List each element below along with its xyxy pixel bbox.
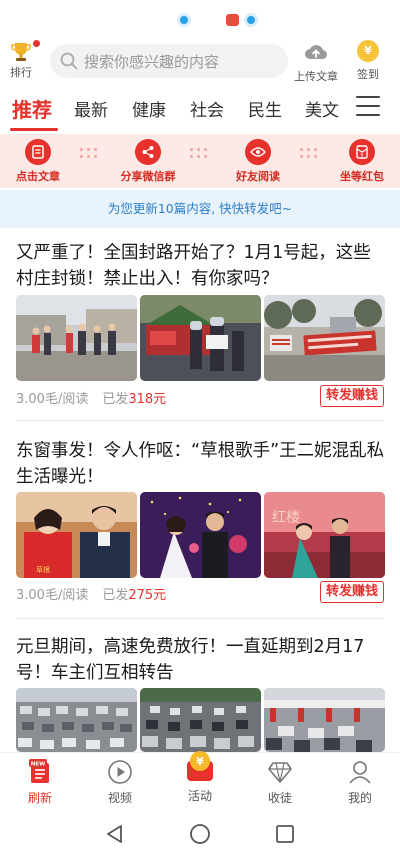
reward-rate: 3.00毛/阅读 [16,392,89,407]
article-image: 草根 [16,492,137,578]
step-label: 好友阅读 [236,170,280,183]
sent-amount: 275元 [128,588,167,603]
trophy-icon [11,43,31,61]
status-bar [0,0,400,36]
system-nav-bar [0,814,400,856]
article-image: 红楼 [264,492,385,578]
article-image [264,688,385,752]
step-click-article[interactable]: 点击文章 [0,139,78,184]
nav-profile[interactable]: 我的 [332,759,388,806]
top-header: 排行 搜索你感兴趣的内容 上传文章 ¥ 签到 [0,36,400,86]
article-divider [16,420,384,421]
eye-icon [245,139,271,165]
step-red-envelope[interactable]: ¥ 坐等红包 [322,139,400,184]
article-thumbnails: 草根 红楼 [16,492,385,578]
bottom-nav: NEW 刷新 视频 ¥ 活动 收徒 我的 [0,751,400,814]
search-placeholder: 搜索你感兴趣的内容 [84,52,220,71]
reward-rate: 3.00毛/阅读 [16,588,89,603]
article-thumbnails [16,688,385,752]
step-label: 坐等红包 [340,170,384,183]
home-icon [190,824,210,844]
svg-text:¥: ¥ [360,153,363,159]
menu-icon[interactable] [356,96,380,118]
signin-button[interactable]: ¥ 签到 [354,40,382,82]
active-tab-indicator [10,128,58,131]
step-friends-read[interactable]: 好友阅读 [218,139,298,184]
coin-icon: ¥ [357,40,379,62]
nav-label: 活动 [187,789,212,803]
recents-icon [276,825,294,843]
article-image [264,295,385,381]
step-label: 点击文章 [16,170,60,183]
sent-amount: 318元 [128,392,167,407]
nav-label: 刷新 [27,791,52,805]
coin-symbol: ¥ [196,755,204,768]
article-divider [16,618,384,619]
update-notice: 为您更新10篇内容, 快快转发吧~ [0,190,400,228]
app-notification-icon [177,13,191,27]
article-thumbnails [16,295,385,381]
article-image [140,688,261,752]
app-screen: 排行 搜索你感兴趣的内容 上传文章 ¥ 签到 推荐 最新 健康 社会 民生 美文 [0,0,400,856]
nav-refresh[interactable]: NEW 刷新 [12,759,68,806]
step-connector [300,146,320,160]
tab-latest[interactable]: 最新 [74,96,108,121]
gift-coin-icon: ¥ [183,749,217,783]
article-image [16,688,137,752]
article-title[interactable]: 东窗事发！令人作呕：“草根歌手”王二妮混乱私生活曝光！ [16,438,388,490]
step-connector [190,146,210,160]
svg-text:红楼: 红楼 [272,510,300,526]
step-connector [80,146,100,160]
news-notification-icon [226,14,239,26]
nav-label: 视频 [107,791,132,805]
back-icon [107,825,122,843]
share-earn-button[interactable]: 转发赚钱 [320,385,384,407]
upload-label: 上传文章 [294,70,338,83]
rank-label: 排行 [10,66,32,79]
svg-text:草根: 草根 [36,565,50,574]
tab-essay[interactable]: 美文 [305,96,339,121]
earning-steps-bar: 点击文章 分享微信群 好友阅读 ¥ 坐等红包 [0,134,400,188]
document-icon [25,139,51,165]
tab-recommend[interactable]: 推荐 [12,94,52,123]
upload-article-button[interactable]: 上传文章 [292,42,340,84]
sent-prefix: 已发 [102,588,129,603]
search-input[interactable]: 搜索你感兴趣的内容 [50,44,288,78]
app-notification-icon [244,13,258,27]
article-image [16,295,137,381]
rank-button[interactable]: 排行 [6,40,40,80]
article-image [140,295,261,381]
article-meta: 3.00毛/阅读 已发318元 [16,388,166,407]
nav-activity[interactable]: ¥ 活动 [172,751,228,804]
nav-label: 我的 [347,791,372,805]
tab-health[interactable]: 健康 [132,96,166,121]
article-image [140,492,261,578]
nav-video[interactable]: 视频 [92,759,148,806]
nav-apprentice[interactable]: 收徒 [252,759,308,806]
article-title[interactable]: 元旦期间，高速免费放行！一直延期到2月17号！车主们互相转告 [16,634,388,686]
diamond-icon [267,759,293,785]
signin-label: 签到 [357,68,379,81]
sent-prefix: 已发 [102,392,129,407]
step-label: 分享微信群 [120,170,176,183]
tab-livelihood[interactable]: 民生 [248,96,282,121]
category-tabs: 推荐 最新 健康 社会 民生 美文 [0,88,400,132]
share-icon [135,139,161,165]
red-envelope-icon: ¥ [349,139,375,165]
play-icon [107,759,133,785]
new-badge: NEW [31,762,45,768]
article-title[interactable]: 又严重了！全国封路开始了？1月1号起，这些村庄封锁！禁止出入！有你家吗？ [16,240,388,292]
search-icon [60,52,78,70]
cloud-upload-icon [305,45,328,60]
refresh-news-icon: NEW [27,759,53,785]
tab-society[interactable]: 社会 [190,96,224,121]
share-earn-button[interactable]: 转发赚钱 [320,581,384,603]
article-meta: 3.00毛/阅读 已发275元 [16,584,166,603]
step-share-wechat[interactable]: 分享微信群 [108,139,188,184]
user-icon [347,759,373,785]
notification-dot [33,40,40,47]
nav-label: 收徒 [267,791,292,805]
